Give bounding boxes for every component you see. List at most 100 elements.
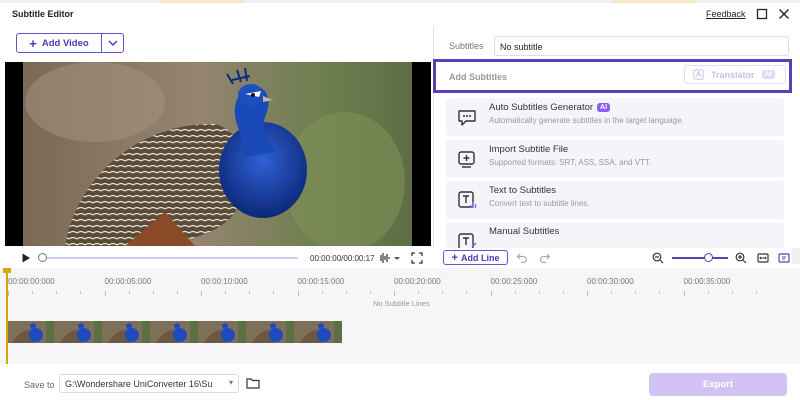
ruler-label: 00:00:15:000 (297, 277, 345, 286)
add-video-main[interactable]: + Add Video (17, 34, 101, 52)
ai-badge: AI (761, 70, 775, 79)
video-preview (5, 62, 431, 246)
chevron-down-icon[interactable] (393, 252, 401, 264)
ruler-tick (731, 291, 733, 294)
speech-bubble-icon (458, 110, 476, 126)
ruler-tick (321, 291, 323, 294)
maximize-icon[interactable] (754, 6, 770, 22)
subtitles-label: Subtitles (449, 41, 484, 51)
empty-subtitle-message: No Subtitle Lines (373, 299, 430, 308)
audio-waveform-icon[interactable] (378, 252, 390, 264)
option-title: Import Subtitle File (489, 144, 569, 155)
undo-icon[interactable] (516, 252, 528, 264)
peacock-image (5, 62, 431, 246)
folder-icon[interactable] (246, 377, 260, 389)
video-track[interactable] (6, 321, 342, 343)
option-title: Auto Subtitles Generator AI (489, 102, 611, 113)
seek-bar[interactable] (40, 257, 298, 259)
option-desc: Automatically generate subtitles in the … (489, 116, 684, 125)
zoom-handle[interactable] (704, 253, 713, 262)
option-desc: Convert text to subtitle lines. (489, 199, 590, 208)
feedback-link[interactable]: Feedback (706, 9, 746, 19)
ruler-label: 00:00:25:000 (490, 277, 538, 286)
playhead-handle[interactable] (3, 268, 11, 273)
option-auto-subtitles[interactable]: Auto Subtitles Generator AI Automatically… (446, 98, 784, 136)
title-bar: Subtitle Editor Feedback (0, 3, 800, 25)
ruler-tick (80, 291, 82, 294)
ai-badge: AI (597, 103, 611, 112)
zoom-out-icon[interactable] (652, 252, 664, 264)
ruler-tick (297, 291, 299, 296)
ruler-tick (587, 291, 588, 296)
plus-icon: + (29, 35, 37, 51)
close-icon[interactable] (776, 6, 792, 22)
video-thumbnail (6, 321, 54, 343)
video-thumbnail (294, 321, 342, 343)
ruler-tick (8, 291, 9, 296)
ruler-tick (707, 291, 709, 294)
playhead[interactable] (6, 268, 8, 364)
ruler-tick (249, 291, 251, 294)
ruler-tick (201, 291, 202, 296)
seek-handle[interactable] (38, 253, 47, 262)
chevron-down-icon: ▾ (228, 378, 233, 387)
add-video-button[interactable]: + Add Video (16, 33, 124, 53)
option-manual-subtitles[interactable]: Manual Subtitles (446, 222, 784, 248)
translator-button[interactable]: Translator AI (684, 65, 786, 84)
zoom-in-icon[interactable] (735, 252, 747, 264)
ruler-tick (683, 291, 685, 296)
ruler-label: 00:00:10:000 (201, 277, 248, 286)
timeline[interactable]: 00:00:00:000 00:00:05:000 00:00:10:000 00:0… (0, 268, 800, 364)
subtitles-select[interactable]: No subtitle (494, 36, 789, 56)
export-button[interactable]: Export (649, 373, 787, 396)
ruler-tick (225, 291, 227, 294)
add-video-dropdown[interactable] (101, 34, 123, 52)
scrollbar[interactable] (792, 248, 800, 264)
ruler-tick (442, 291, 444, 294)
player-controls: 00:00:00/00:00:17 + Add Line (0, 248, 800, 268)
import-subtitle-icon (458, 151, 475, 168)
ruler-tick (755, 291, 757, 294)
video-thumbnail (54, 321, 102, 343)
ruler-label: 00:00:35:000 (683, 277, 731, 286)
ruler-label: 00:00:05:000 (104, 277, 152, 286)
timeline-settings-icon[interactable] (778, 252, 790, 264)
save-to-label: Save to (24, 380, 55, 390)
fullscreen-icon[interactable] (411, 252, 423, 264)
manual-subtitle-icon (458, 233, 477, 248)
ruler-tick (538, 291, 540, 294)
ruler-label: 00:00:00:000 (8, 277, 55, 286)
play-icon[interactable] (21, 253, 31, 263)
zoom-slider[interactable] (672, 257, 728, 259)
ruler-label: 00:00:20:000 (394, 277, 441, 286)
add-subtitles-panel: Add Subtitles Translator AI (433, 59, 792, 93)
redo-icon[interactable] (539, 252, 551, 264)
ruler-tick (466, 291, 468, 294)
timecode: 00:00:00/00:00:17 (310, 254, 375, 263)
save-path-select[interactable]: G:\Wondershare UniConverter 16\Su ▾ (59, 374, 239, 393)
ruler-tick (104, 291, 106, 296)
ruler-tick (32, 291, 34, 294)
option-import-subtitle[interactable]: Import Subtitle File Supported formats: … (446, 140, 784, 178)
ruler-tick (152, 291, 154, 294)
footer: Save to G:\Wondershare UniConverter 16\S… (0, 364, 800, 400)
ruler-tick (128, 291, 130, 294)
option-text-to-subtitles[interactable]: Text to Subtitles Convert text to subtit… (446, 181, 784, 219)
ruler-tick (562, 291, 564, 294)
ruler-tick (345, 291, 347, 294)
save-path-value: G:\Wondershare UniConverter 16\Su (65, 379, 213, 389)
ruler-tick (659, 291, 661, 294)
window-title: Subtitle Editor (12, 9, 74, 19)
video-thumbnail (150, 321, 198, 343)
ruler-tick (176, 291, 178, 294)
ruler-tick (418, 291, 420, 294)
translator-label: Translator (711, 69, 755, 80)
ruler-label: 00:00:30:000 (587, 277, 634, 286)
add-subtitles-label: Add Subtitles (449, 72, 507, 82)
add-line-button[interactable]: + Add Line (443, 250, 508, 265)
fit-timeline-icon[interactable] (757, 252, 769, 264)
video-thumbnail (102, 321, 150, 343)
ruler-tick (635, 291, 637, 294)
option-title: Text to Subtitles (489, 185, 557, 196)
ruler-tick (611, 291, 613, 294)
